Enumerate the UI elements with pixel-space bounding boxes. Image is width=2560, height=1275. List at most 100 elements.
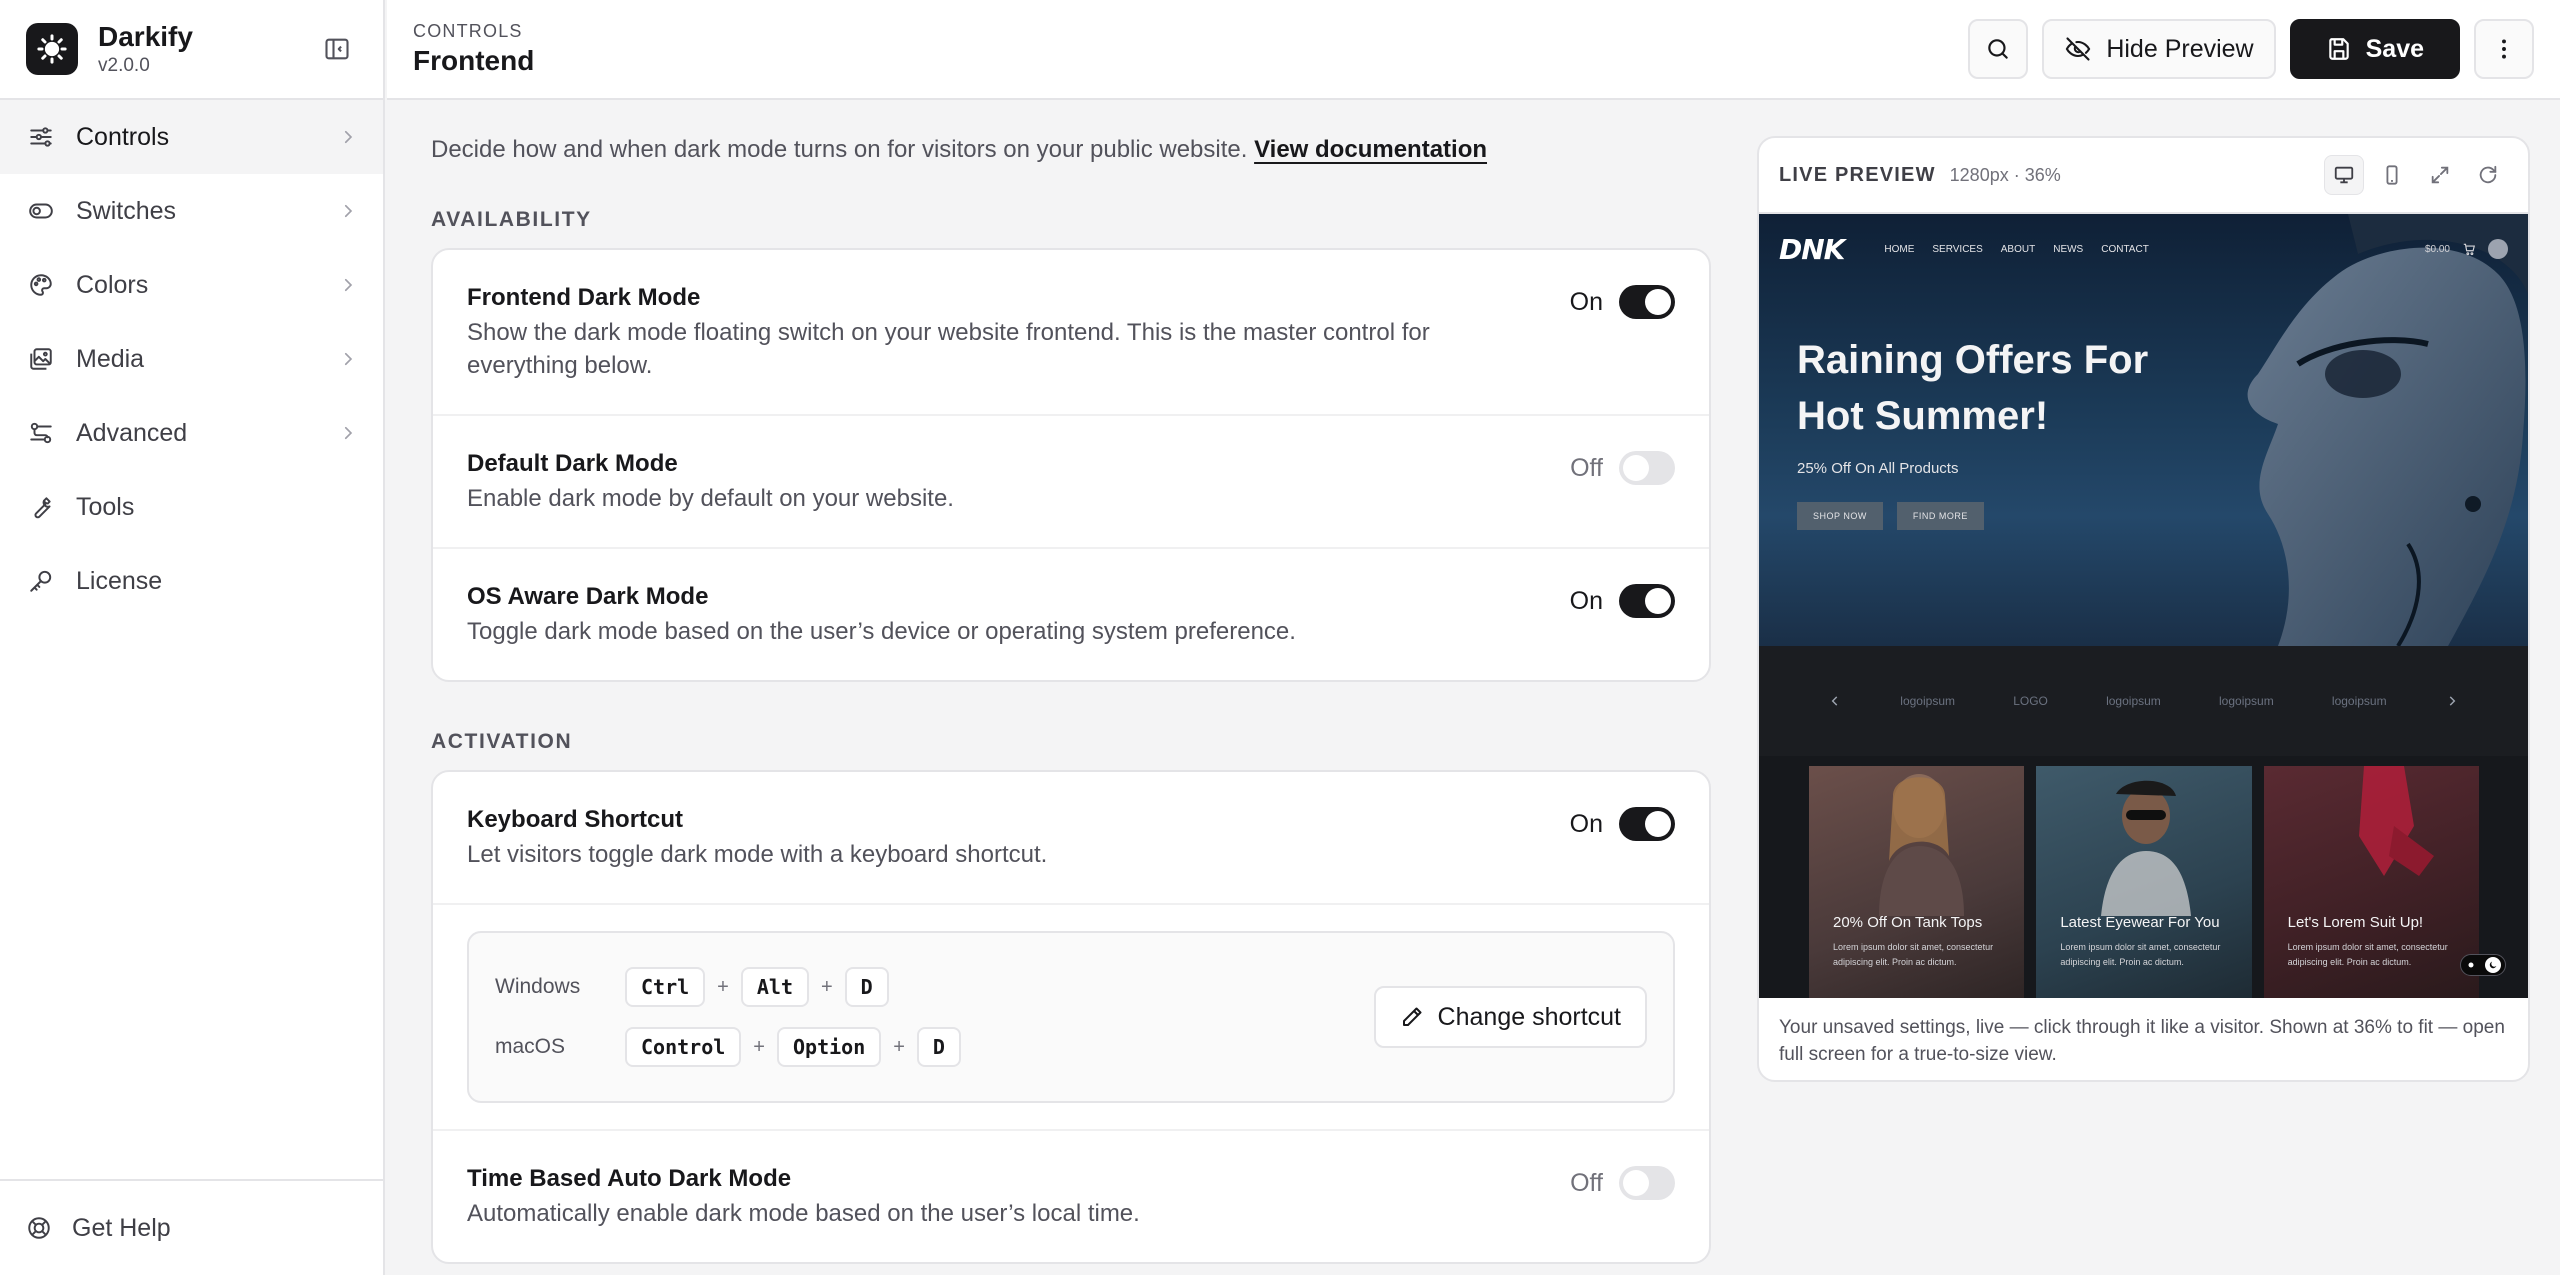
sun-icon	[2465, 959, 2477, 971]
logo-strip: logoipsum LOGO logoipsum logoipsum logoi…	[1759, 646, 2528, 756]
save-button[interactable]: Save	[2289, 19, 2460, 79]
preview-title: LIVE PREVIEW	[1779, 163, 1936, 186]
search-icon	[1985, 36, 2011, 62]
product-card-title: Let's Lorem Suit Up!	[2287, 914, 2424, 931]
sidebar-item-label: Controls	[76, 122, 170, 151]
activation-label: ACTIVATION	[431, 730, 573, 753]
plus-separator: +	[893, 1035, 905, 1058]
refresh-button[interactable]	[2468, 155, 2508, 195]
sidebar-item-label: Advanced	[76, 418, 188, 447]
sidebar-item-colors[interactable]: Colors	[0, 248, 383, 322]
get-help-link[interactable]: Get Help	[0, 1179, 383, 1275]
plus-separator: +	[717, 975, 729, 998]
default-dark-mode-row: Default Dark Mode Enable dark mode by de…	[433, 416, 1709, 549]
activation-card: Keyboard Shortcut Let visitors toggle da…	[431, 770, 1711, 1264]
monitor-icon	[2333, 164, 2355, 186]
get-help-label: Get Help	[72, 1213, 171, 1242]
product-card[interactable]: Let's Lorem Suit Up! Lorem ipsum dolor s…	[2263, 766, 2479, 998]
change-shortcut-label: Change shortcut	[1437, 1002, 1621, 1031]
fullscreen-button[interactable]	[2420, 155, 2460, 195]
row-title: Frontend Dark Mode	[467, 284, 701, 311]
settings-sliders-icon	[26, 418, 56, 448]
save-label: Save	[2365, 34, 2424, 63]
partner-logo: logoipsum	[2331, 694, 2387, 708]
site-logo: DNK	[1779, 232, 1845, 266]
sidebar-item-media[interactable]: Media	[0, 322, 383, 396]
model-photo-placeholder	[2101, 780, 2192, 916]
avatar[interactable]	[2488, 239, 2508, 259]
model-photo-placeholder	[1879, 774, 1964, 916]
search-button[interactable]	[1968, 19, 2029, 79]
cart-icon[interactable]	[2462, 242, 2476, 256]
key-cap: D	[916, 1027, 961, 1067]
sliders-icon	[26, 122, 56, 152]
sidebar-item-advanced[interactable]: Advanced	[0, 396, 383, 470]
site-nav-link[interactable]: HOME	[1884, 244, 1914, 255]
sidebar-item-switches[interactable]: Switches	[0, 174, 383, 248]
chevron-right-icon	[339, 276, 357, 294]
top-header: CONTROLS Frontend Hide Preview Save	[387, 0, 2560, 100]
key-cap: D	[844, 967, 889, 1007]
sidebar-item-tools[interactable]: Tools	[0, 470, 383, 544]
hide-preview-button[interactable]: Hide Preview	[2042, 19, 2276, 79]
image-icon	[26, 344, 56, 374]
shortcut-panel: Windows Ctrl + Alt + D macOS Control + O…	[433, 905, 1709, 1131]
product-card[interactable]: 20% Off On Tank Tops Lorem ipsum dolor s…	[1809, 766, 2025, 998]
page-title: Frontend	[413, 45, 535, 76]
desktop-view-button[interactable]	[2324, 155, 2364, 195]
find-more-button[interactable]: FIND MORE	[1896, 502, 1984, 530]
default-dark-mode-toggle[interactable]	[1619, 451, 1675, 485]
mobile-view-button[interactable]	[2372, 155, 2412, 195]
windows-shortcut: Windows Ctrl + Alt + D	[495, 957, 1374, 1017]
preview-meta: 1280px · 36%	[1949, 164, 2061, 185]
keyboard-shortcut-toggle[interactable]	[1619, 807, 1675, 841]
chevron-left-icon[interactable]	[1828, 694, 1842, 708]
pencil-icon	[1400, 1005, 1424, 1029]
row-description: Enable dark mode by default on your webs…	[467, 485, 954, 512]
availability-card: Frontend Dark Mode Show the dark mode fl…	[431, 248, 1711, 682]
hero-title: Raining Offers For Hot Summer!	[1797, 338, 2149, 438]
plus-separator: +	[820, 975, 833, 998]
row-title: OS Aware Dark Mode	[467, 583, 709, 610]
sidebar-collapse-icon[interactable]	[317, 29, 357, 69]
shop-now-button[interactable]: SHOP NOW	[1797, 502, 1883, 530]
app-version: v2.0.0	[98, 55, 150, 76]
smartphone-icon	[2381, 164, 2403, 186]
product-card-desc: Lorem ipsum dolor sit amet, consectetur …	[2060, 942, 2221, 967]
breadcrumb: CONTROLS	[413, 21, 523, 41]
plus-separator: +	[753, 1035, 765, 1058]
sidebar-item-license[interactable]: License	[0, 544, 383, 618]
sidebar-item-label: Media	[76, 344, 145, 373]
time-based-dark-mode-toggle[interactable]	[1619, 1166, 1675, 1200]
intro-paragraph: Decide how and when dark mode turns on f…	[431, 136, 1711, 164]
dark-mode-floating-switch[interactable]	[2460, 954, 2506, 976]
partner-logo: logoipsum	[2219, 694, 2274, 708]
os-aware-dark-mode-toggle[interactable]	[1619, 584, 1675, 618]
preview-screen[interactable]: DNK HOME SERVICES ABOUT NEWS CONTACT $0.…	[1759, 214, 2528, 998]
change-shortcut-button[interactable]: Change shortcut	[1373, 986, 1647, 1048]
key-icon	[26, 566, 56, 596]
view-documentation-link[interactable]: View documentation	[1254, 136, 1487, 163]
app-name: Darkify	[98, 21, 193, 52]
os-aware-dark-mode-row: OS Aware Dark Mode Toggle dark mode base…	[433, 549, 1709, 680]
main-content: Decide how and when dark mode turns on f…	[431, 100, 1711, 1264]
site-nav-link[interactable]: SERVICES	[1932, 244, 1982, 255]
site-cart-total: $0.00	[2424, 243, 2450, 255]
more-options-button[interactable]	[2474, 19, 2534, 79]
sidebar-item-controls[interactable]: Controls	[0, 100, 383, 174]
frontend-dark-mode-toggle[interactable]	[1619, 285, 1675, 319]
toggle-state-label: On	[1569, 810, 1603, 838]
site-nav-link[interactable]: ABOUT	[2001, 244, 2035, 255]
site-nav-link[interactable]: CONTACT	[2101, 244, 2149, 255]
product-card[interactable]: Latest Eyewear For You Lorem ipsum dolor…	[2036, 766, 2252, 998]
moon-icon	[2485, 957, 2501, 973]
site-nav-link[interactable]: NEWS	[2053, 244, 2083, 255]
time-based-dark-mode-row: Time Based Auto Dark Mode Automatically …	[433, 1131, 1709, 1262]
toggle-icon	[26, 196, 56, 226]
floppy-disk-icon	[2326, 36, 2352, 62]
product-card-title: Latest Eyewear For You	[2060, 914, 2220, 931]
toggle-state-label: On	[1569, 587, 1603, 615]
row-title: Time Based Auto Dark Mode	[467, 1165, 792, 1192]
chevron-right-icon[interactable]	[2445, 694, 2459, 708]
chevron-right-icon	[339, 350, 357, 368]
